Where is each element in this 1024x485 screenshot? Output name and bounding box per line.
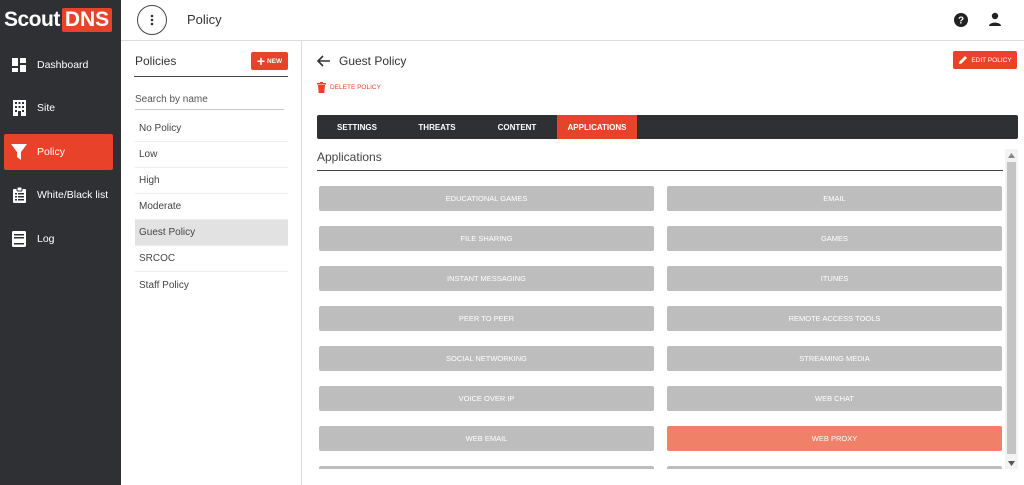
divider [134,76,288,77]
search-input[interactable] [135,90,284,110]
sidebar-item-site[interactable]: Site [4,90,113,126]
tab-applications[interactable]: APPLICATIONS [557,115,637,139]
filter-icon [10,143,28,161]
policies-panel: Policies + NEW No Policy Low High Modera… [121,41,302,485]
app-toggle-streaming-media[interactable]: STREAMING MEDIA [667,346,1002,371]
brand-name: Scout [4,8,60,31]
back-arrow-icon[interactable] [316,54,331,72]
policy-detail: Guest Policy EDIT POLICY DELETE POLICY S… [302,41,1024,485]
tab-content[interactable]: CONTENT [485,115,549,139]
pencil-icon [959,56,968,64]
divider [317,170,1003,171]
app-toggle-web-proxy[interactable]: WEB PROXY [667,426,1002,451]
brand-badge: DNS [61,8,113,32]
svg-text:?: ? [958,16,964,27]
user-icon[interactable] [988,12,1002,31]
policy-item-selected[interactable]: Guest Policy [135,220,288,246]
scroll-up-arrow-icon[interactable] [1005,149,1018,161]
page-title: Policy [187,12,222,27]
sidebar-item-policy[interactable]: Policy [4,134,113,170]
tab-settings[interactable]: SETTINGS [325,115,389,139]
app-toggle-web-chat[interactable]: WEB CHAT [667,386,1002,411]
sidebar-item-white-black-list[interactable]: White/Black list [4,177,113,213]
trash-icon [317,82,326,93]
sidebar-item-label: Site [37,102,56,114]
app-toggle-games[interactable]: GAMES [667,226,1002,251]
book-icon [10,230,28,248]
section-title: Applications [317,150,382,164]
more-options-button[interactable] [137,5,167,35]
policy-item[interactable]: Staff Policy [135,272,288,298]
app-toggle[interactable] [319,466,654,469]
app-toggle[interactable] [667,466,1002,469]
delete-policy-label: DELETE POLICY [330,84,381,91]
sidebar-item-log[interactable]: Log [4,221,113,257]
policy-item[interactable]: High [135,168,288,194]
app-root: Scout DNS Dashboard Site Policy White/Bl… [0,0,1024,485]
app-toggle-educational-games[interactable]: EDUCATIONAL GAMES [319,186,654,211]
applications-list: EDUCATIONAL GAMES EMAIL FILE SHARING GAM… [317,173,1003,469]
plus-icon: + [256,53,265,69]
brand-logo[interactable]: Scout DNS [0,0,121,40]
help-icon[interactable]: ? [954,13,968,32]
new-policy-label: NEW [267,57,283,65]
delete-policy-button[interactable]: DELETE POLICY [317,82,381,93]
policy-title: Guest Policy [339,54,407,68]
tab-bar: SETTINGS THREATS CONTENT APPLICATIONS [317,115,1018,139]
app-toggle-file-sharing[interactable]: FILE SHARING [319,226,654,251]
app-toggle-peer-to-peer[interactable]: PEER TO PEER [319,306,654,331]
app-toggle-email[interactable]: EMAIL [667,186,1002,211]
sidebar-item-label: Log [37,233,55,245]
sidebar-item-label: Policy [37,146,66,158]
top-bar: Policy ? [121,0,1024,41]
sidebar-item-dashboard[interactable]: Dashboard [4,47,113,83]
dashboard-icon [10,56,28,74]
scroll-down-arrow-icon[interactable] [1005,457,1018,469]
edit-policy-button[interactable]: EDIT POLICY [953,51,1017,69]
app-toggle-instant-messaging[interactable]: INSTANT MESSAGING [319,266,654,291]
policy-item[interactable]: No Policy [135,116,288,142]
new-policy-button[interactable]: + NEW [251,52,288,70]
sidebar-item-label: Dashboard [37,59,89,71]
policy-item[interactable]: Moderate [135,194,288,220]
sidebar: Scout DNS Dashboard Site Policy White/Bl… [0,0,121,485]
tab-threats[interactable]: THREATS [405,115,469,139]
scrollbar[interactable] [1005,149,1018,469]
sidebar-item-label: White/Black list [37,189,109,201]
app-toggle-web-email[interactable]: WEB EMAIL [319,426,654,451]
policy-item[interactable]: SRCOC [135,246,288,272]
policies-title: Policies [135,54,177,68]
app-toggle-voice-over-ip[interactable]: VOICE OVER IP [319,386,654,411]
policy-item[interactable]: Low [135,142,288,168]
app-toggle-remote-access-tools[interactable]: REMOTE ACCESS TOOLS [667,306,1002,331]
app-toggle-itunes[interactable]: ITUNES [667,266,1002,291]
more-vert-icon [150,14,154,26]
building-icon [10,99,28,117]
app-toggle-social-networking[interactable]: SOCIAL NETWORKING [319,346,654,371]
scrollbar-thumb[interactable] [1007,162,1016,454]
edit-policy-label: EDIT POLICY [971,56,1012,64]
clipboard-list-icon [10,186,28,204]
